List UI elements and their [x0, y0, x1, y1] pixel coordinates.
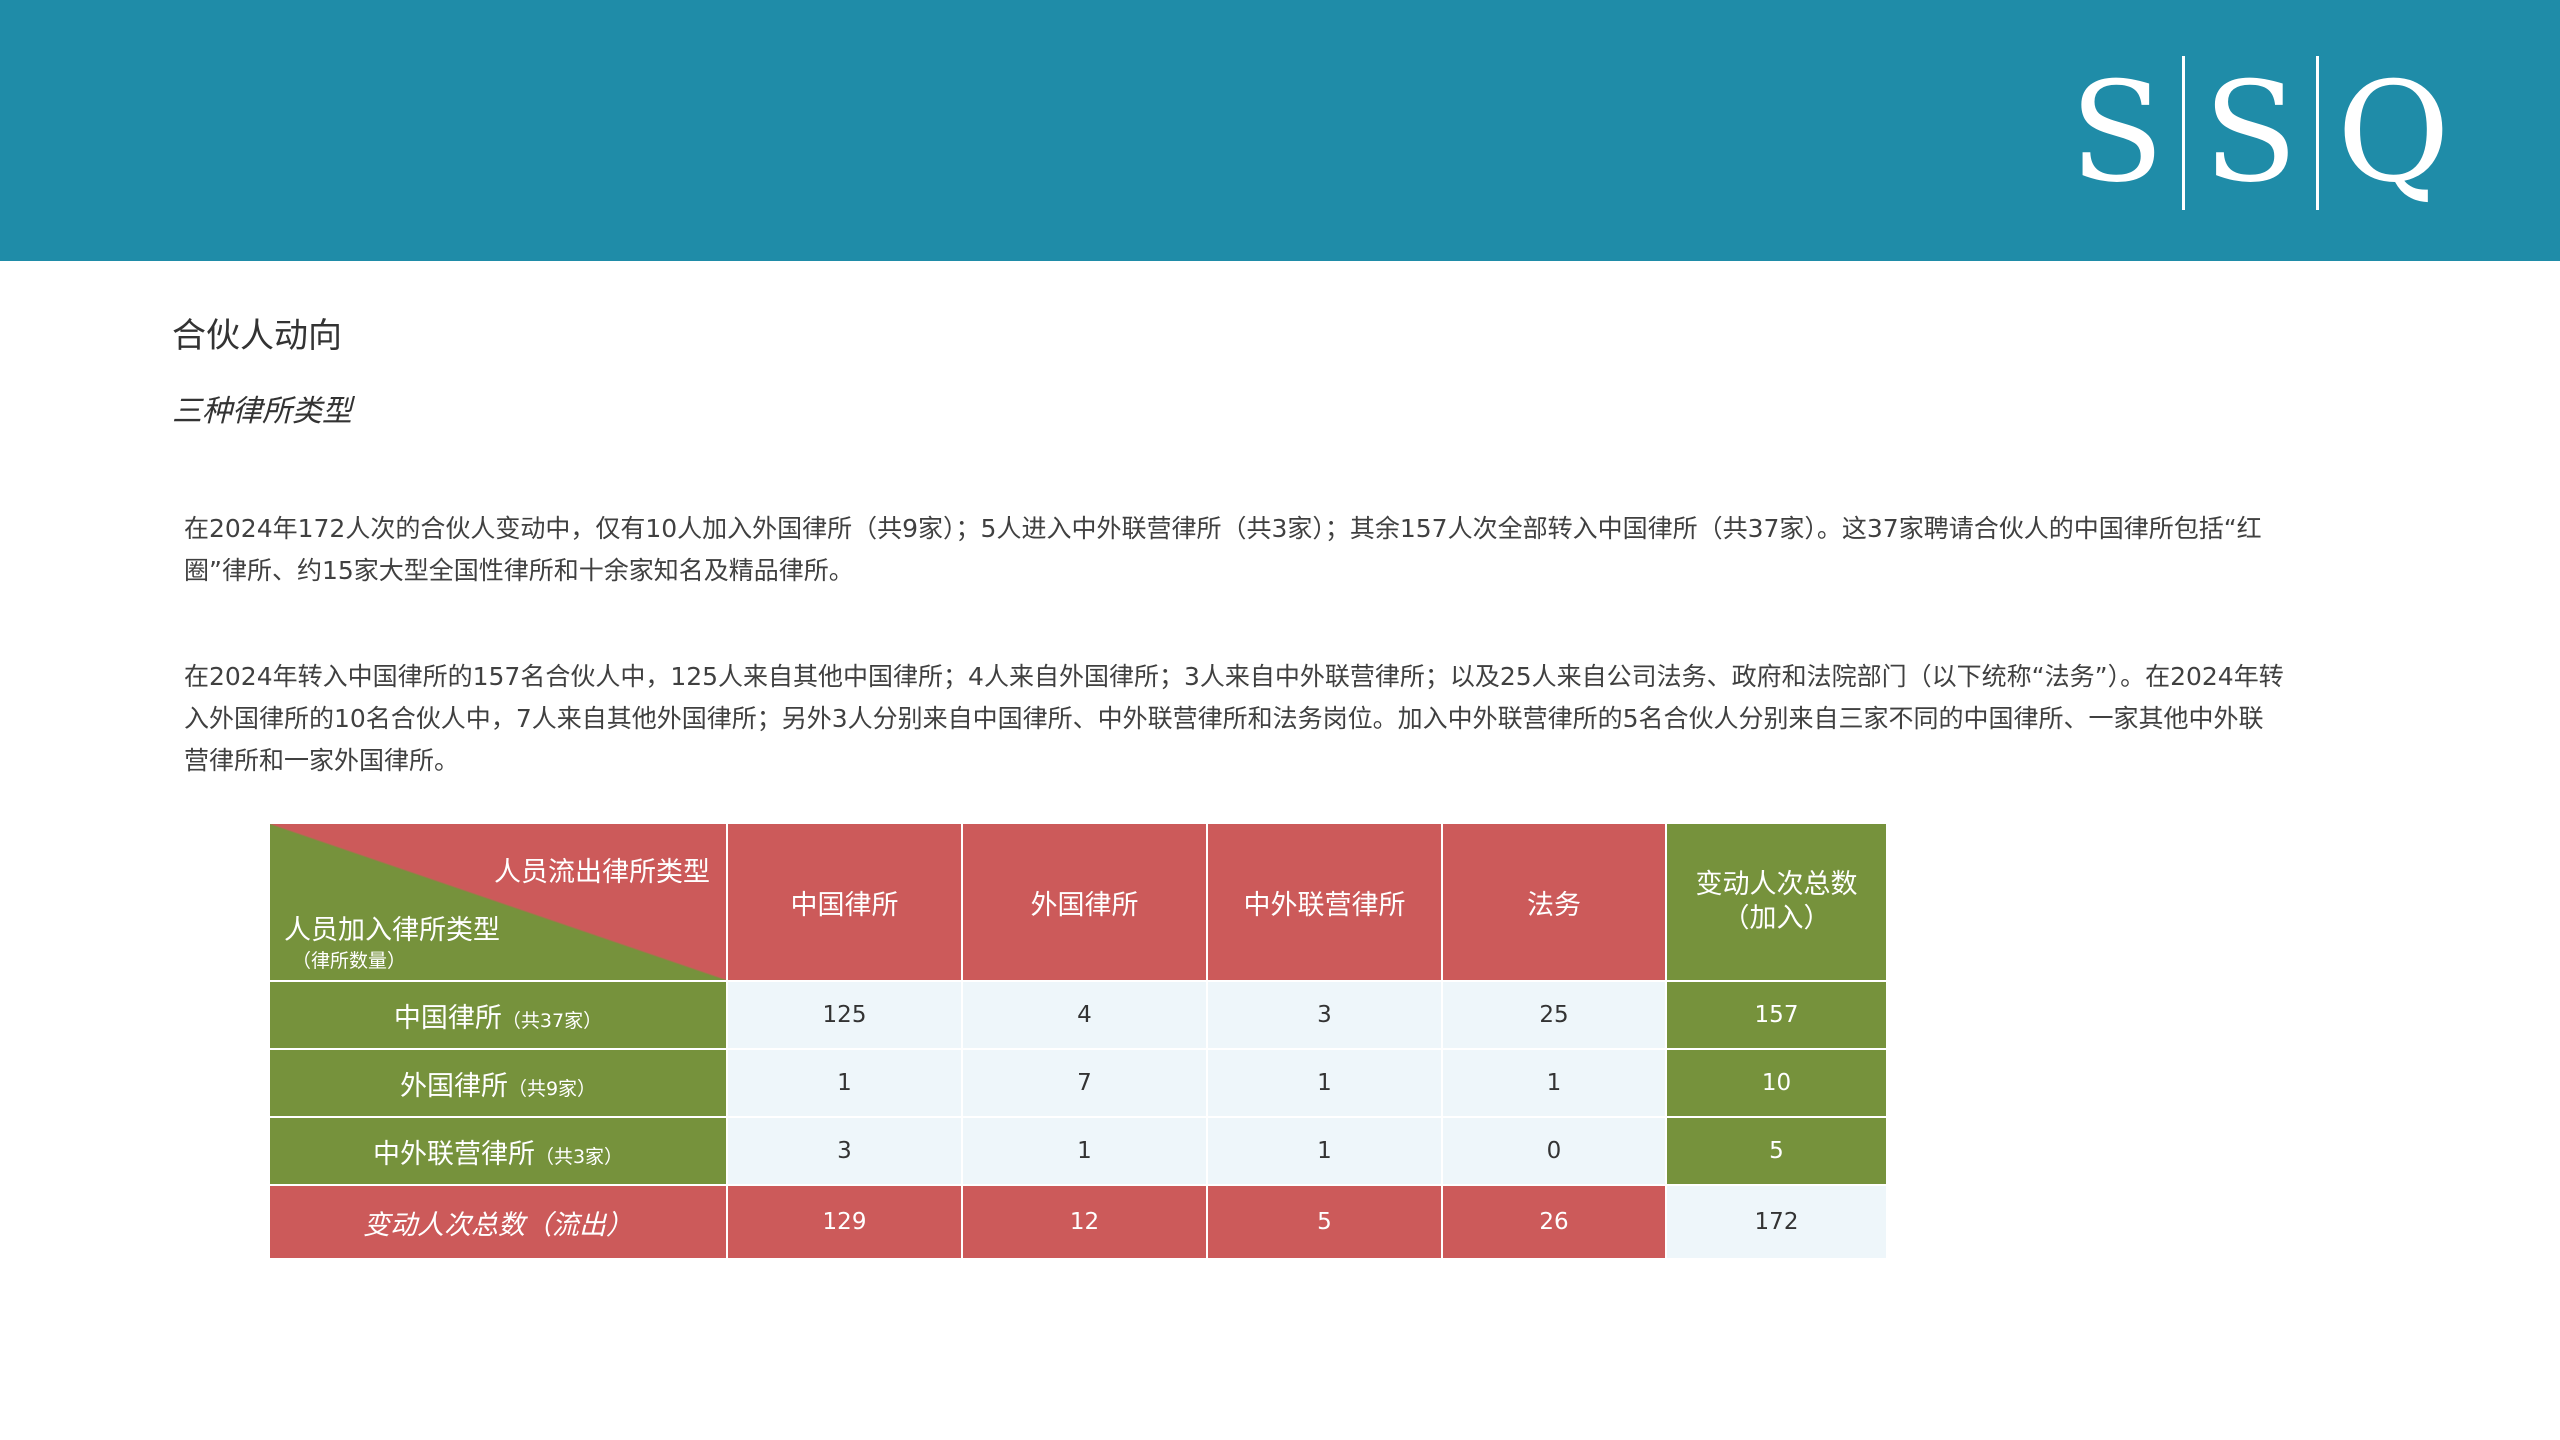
- table-row: 中国律所（共37家） 125 4 3 25 157: [268, 980, 1888, 1050]
- table-cell: 4: [961, 980, 1208, 1050]
- row-total: 10: [1665, 1048, 1888, 1118]
- table-row: 外国律所（共9家） 1 7 1 1 10: [268, 1048, 1888, 1118]
- row-label-count: （共9家）: [507, 1077, 597, 1100]
- row-total: 5: [1665, 1116, 1888, 1186]
- table-cell: 1: [1206, 1116, 1443, 1186]
- column-total: 12: [961, 1184, 1208, 1260]
- row-total: 157: [1665, 980, 1888, 1050]
- table-cell: 25: [1441, 980, 1667, 1050]
- column-total: 129: [726, 1184, 963, 1260]
- row-label-count: （共3家）: [534, 1145, 624, 1168]
- total-column-subtitle: （加入）: [1722, 903, 1831, 934]
- footer-label: 变动人次总数（流出）: [268, 1184, 728, 1260]
- section-title: 合伙人动向: [172, 316, 342, 356]
- corner-inflow-label: 人员加入律所类型: [284, 915, 500, 946]
- logo-letter: S: [2203, 52, 2298, 213]
- column-header: 外国律所: [961, 822, 1208, 982]
- logo-letter: S: [2069, 52, 2165, 213]
- column-header: 法务: [1441, 822, 1667, 982]
- table-cell: 125: [726, 980, 963, 1050]
- table-header-row: 人员流出律所类型 人员加入律所类型 （律所数量） 中国律所 外国律所 中外联营律…: [268, 822, 1888, 982]
- corner-outflow-label: 人员流出律所类型: [494, 857, 710, 888]
- table-cell: 0: [1441, 1116, 1667, 1186]
- total-column-header: 变动人次总数 （加入）: [1665, 822, 1888, 982]
- corner-count-label: （律所数量）: [292, 950, 407, 972]
- table-cell: 7: [961, 1048, 1208, 1118]
- column-header: 中外联营律所: [1206, 822, 1443, 982]
- table-row: 中外联营律所（共3家） 3 1 1 0 5: [268, 1116, 1888, 1186]
- row-label-name: 外国律所: [399, 1070, 508, 1102]
- logo-letter: Q: [2336, 52, 2450, 213]
- column-total: 5: [1206, 1184, 1443, 1260]
- total-column-title: 变动人次总数: [1695, 869, 1858, 900]
- row-label: 中国律所（共37家）: [268, 980, 728, 1050]
- table-cell: 3: [726, 1116, 963, 1186]
- grand-total: 172: [1665, 1184, 1888, 1260]
- table-footer-row: 变动人次总数（流出） 129 12 5 26 172: [268, 1184, 1888, 1260]
- section-subtitle: 三种律所类型: [172, 394, 352, 429]
- paragraph-2: 在2024年转入中国律所的157名合伙人中，125人来自其他中国律所；4人来自外…: [184, 662, 2284, 775]
- partner-movement-table: 人员流出律所类型 人员加入律所类型 （律所数量） 中国律所 外国律所 中外联营律…: [268, 822, 1888, 1260]
- paragraph-1: 在2024年172人次的合伙人变动中，仅有10人加入外国律所（共9家）；5人进入…: [184, 514, 2262, 585]
- table-cell: 1: [726, 1048, 963, 1118]
- ssq-logo: S S Q: [2052, 56, 2468, 210]
- table-corner-cell: 人员流出律所类型 人员加入律所类型 （律所数量）: [268, 822, 728, 982]
- header-band: S S Q: [0, 0, 2560, 261]
- row-label: 外国律所（共9家）: [268, 1048, 728, 1118]
- table-cell: 3: [1206, 980, 1443, 1050]
- table-cell: 1: [961, 1116, 1208, 1186]
- column-header: 中国律所: [726, 822, 963, 982]
- column-total: 26: [1441, 1184, 1667, 1260]
- row-label-name: 中国律所: [393, 1002, 502, 1034]
- table-cell: 1: [1206, 1048, 1443, 1118]
- row-label-count: （共37家）: [501, 1009, 603, 1032]
- row-label: 中外联营律所（共3家）: [268, 1116, 728, 1186]
- row-label-name: 中外联营律所: [372, 1138, 535, 1170]
- table-cell: 1: [1441, 1048, 1667, 1118]
